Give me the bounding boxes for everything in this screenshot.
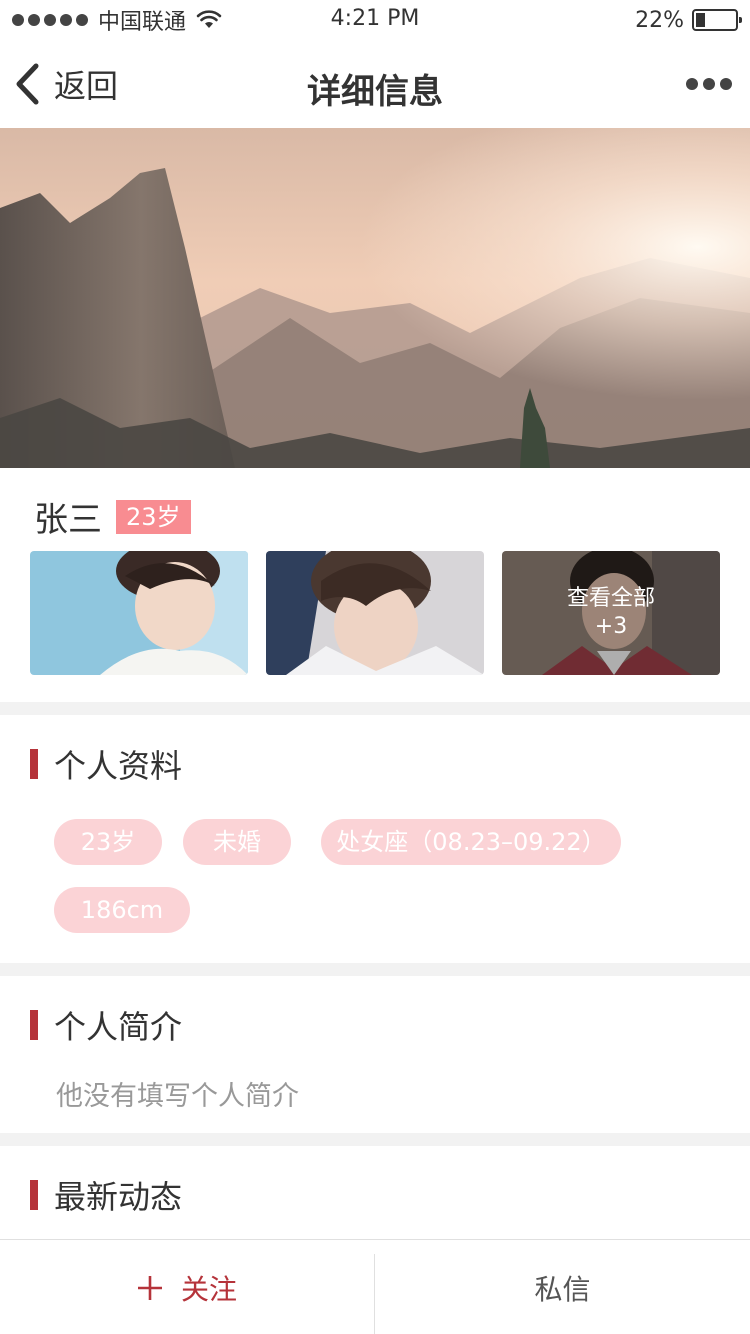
- name-row: 张三 23岁: [34, 492, 191, 541]
- info-tag: 186cm: [54, 887, 190, 933]
- section-header: 个人资料: [30, 741, 182, 787]
- view-all-overlay: 查看全部 +3: [502, 551, 720, 675]
- back-button[interactable]: 返回: [14, 58, 118, 110]
- mountain-landscape-image: [0, 128, 750, 468]
- battery-percent: 22%: [635, 7, 684, 33]
- plus-icon: [137, 1275, 162, 1300]
- message-button[interactable]: 私信: [375, 1240, 750, 1334]
- chevron-left-icon: [16, 63, 39, 105]
- status-bar: 中国联通 4:21 PM 22%: [0, 0, 750, 40]
- portrait-photo: [266, 551, 484, 675]
- personal-info-section: 个人资料 23岁 未婚 处女座（08.23–09.22） 186cm: [0, 715, 750, 963]
- follow-button[interactable]: 关注: [0, 1240, 374, 1334]
- view-all-label: 查看全部: [566, 586, 655, 611]
- section-header: 最新动态: [30, 1172, 182, 1218]
- bio-section: 个人简介 他没有填写个人简介: [0, 976, 750, 1133]
- section-header: 个人简介: [30, 1002, 182, 1048]
- follow-label: 关注: [180, 1272, 237, 1306]
- profile-section: 张三 23岁 查看全部 +3: [0, 468, 750, 702]
- photo-thumbnail[interactable]: [266, 551, 484, 675]
- cover-image: [0, 128, 750, 468]
- photo-thumbnails: 查看全部 +3: [30, 551, 720, 675]
- section-title: 最新动态: [54, 1178, 183, 1216]
- section-divider: [0, 963, 750, 976]
- nav-bar: 返回 详细信息: [0, 40, 750, 128]
- user-name: 张三: [34, 500, 102, 540]
- more-dots-icon[interactable]: [686, 70, 732, 98]
- portrait-photo: [30, 551, 248, 675]
- battery-icon: [692, 9, 742, 31]
- status-right: 22%: [635, 6, 742, 34]
- bottom-action-bar: 关注 私信: [0, 1239, 750, 1334]
- back-label: 返回: [54, 67, 119, 105]
- view-all-count: +3: [594, 614, 628, 639]
- message-label: 私信: [534, 1272, 591, 1306]
- age-badge: 23岁: [116, 499, 191, 534]
- section-accent-bar: [30, 749, 38, 779]
- bio-text: 他没有填写个人简介: [56, 1081, 299, 1112]
- section-title: 个人简介: [54, 1008, 183, 1046]
- moments-section: 最新动态: [0, 1146, 750, 1239]
- section-title: 个人资料: [54, 747, 183, 785]
- info-tag: 23岁: [54, 819, 162, 865]
- section-accent-bar: [30, 1010, 38, 1040]
- battery-fill: [696, 13, 705, 27]
- section-accent-bar: [30, 1180, 38, 1210]
- section-divider: [0, 1133, 750, 1146]
- section-divider: [0, 702, 750, 715]
- photo-thumbnail-view-all[interactable]: 查看全部 +3: [502, 551, 720, 675]
- info-tag: 未婚: [183, 819, 291, 865]
- photo-thumbnail[interactable]: [30, 551, 248, 675]
- info-tag: 处女座（08.23–09.22）: [321, 819, 621, 865]
